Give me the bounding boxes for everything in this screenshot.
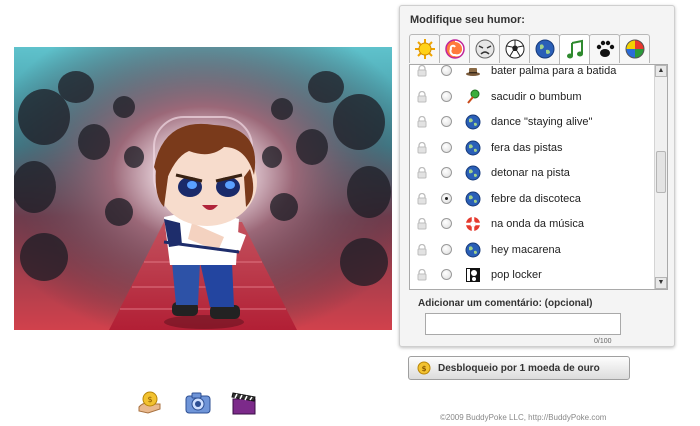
gold-coin-icon: $ xyxy=(417,361,431,378)
mood-radio[interactable] xyxy=(441,65,452,76)
scroll-down-button[interactable]: ▼ xyxy=(655,277,667,289)
lock-icon xyxy=(416,192,428,208)
hat-icon xyxy=(465,65,481,79)
mood-radio[interactable] xyxy=(441,141,452,153)
beach-ball-icon xyxy=(625,39,644,59)
mood-radio[interactable] xyxy=(441,90,452,102)
lock-icon xyxy=(416,115,428,131)
mood-label: bater palma para a batida xyxy=(491,65,617,77)
lock-icon xyxy=(416,243,428,259)
mood-list-item[interactable]: sacudir o bumbum xyxy=(410,85,655,110)
mood-label: dance "staying alive" xyxy=(491,116,593,128)
mood-list-item[interactable]: fera das pistas xyxy=(410,136,655,161)
unlock-button-label: Desbloqueio por 1 moeda de ouro xyxy=(438,363,600,374)
lock-icon xyxy=(416,166,428,182)
mood-list-item[interactable]: dance "staying alive" xyxy=(410,110,655,135)
video-clapper-icon[interactable] xyxy=(230,389,258,417)
panel-title: Modifique seu humor: xyxy=(410,14,525,26)
svg-text:$: $ xyxy=(422,365,427,373)
mood-list-item[interactable]: febre da discoteca xyxy=(410,187,655,212)
mood-label: fera das pistas xyxy=(491,141,563,154)
mood-list-item[interactable]: pop locker xyxy=(410,263,655,288)
soccer-ball-icon xyxy=(505,39,524,59)
tab-angry[interactable] xyxy=(469,34,500,63)
tab-sports[interactable] xyxy=(499,34,530,63)
sun-icon xyxy=(414,39,435,59)
lock-icon xyxy=(416,90,428,106)
mood-list-scrollbar[interactable]: ▲ ▼ xyxy=(654,65,667,289)
mood-radio[interactable] xyxy=(441,243,452,255)
unlock-button[interactable]: $ Desbloqueio por 1 moeda de ouro xyxy=(408,356,630,380)
mood-label: febre da discoteca xyxy=(491,192,581,205)
music-note-icon xyxy=(566,39,583,59)
mood-list-item[interactable]: detonar na pista xyxy=(410,161,655,186)
lifebuoy-icon xyxy=(465,216,481,232)
mood-radio[interactable] xyxy=(441,167,452,178)
mood-list-item[interactable]: bater palma para a batida xyxy=(410,65,655,84)
lock-icon xyxy=(416,65,428,80)
tab-swirl[interactable] xyxy=(439,34,470,63)
avatar-scene xyxy=(14,47,392,330)
svg-text:$: $ xyxy=(147,395,152,404)
lock-icon xyxy=(416,217,428,233)
speaker-icon xyxy=(465,267,481,283)
mood-label: detonar na pista xyxy=(491,167,570,179)
disco-tunnel-background xyxy=(14,47,392,330)
scroll-thumb[interactable] xyxy=(656,151,666,193)
scroll-up-button[interactable]: ▲ xyxy=(655,65,667,77)
angry-face-icon xyxy=(475,39,494,59)
mood-list: bater palma para a batida sacudir o bumbu… xyxy=(409,64,668,290)
globe-icon xyxy=(465,165,481,181)
mood-radio[interactable] xyxy=(441,269,452,280)
tab-sun[interactable] xyxy=(409,34,440,63)
mood-label: na onda da música xyxy=(491,218,584,230)
swirl-icon xyxy=(444,39,465,59)
globe-icon xyxy=(465,191,481,207)
globe-icon xyxy=(465,140,481,156)
lock-icon xyxy=(416,141,428,157)
mood-radio[interactable] xyxy=(441,116,452,127)
comment-input[interactable] xyxy=(425,313,621,335)
globe-icon xyxy=(535,39,554,59)
comment-counter: 0/100 xyxy=(594,338,612,345)
comment-label: Adicionar um comentário: (opcional) xyxy=(418,298,593,309)
mood-label: pop locker xyxy=(491,269,542,281)
paw-icon xyxy=(596,40,614,57)
tab-music[interactable] xyxy=(559,34,590,65)
tab-globe[interactable] xyxy=(529,34,560,63)
mood-radio[interactable] xyxy=(441,218,452,229)
mood-label: hey macarena xyxy=(491,243,561,256)
copyright-footer: ©2009 BuddyPoke LLC, http://BuddyPoke.co… xyxy=(440,413,607,422)
camera-icon[interactable] xyxy=(184,389,212,417)
maraca-icon xyxy=(465,89,481,105)
coin-hand-icon[interactable]: $ xyxy=(136,389,164,417)
mood-radio[interactable] xyxy=(441,192,452,204)
mood-label: sacudir o bumbum xyxy=(491,90,582,103)
mood-list-item[interactable]: hey macarena xyxy=(410,238,655,263)
globe-icon xyxy=(465,242,481,258)
lock-icon xyxy=(416,268,428,284)
mood-panel: Modifique seu humor: bater palma para a … xyxy=(399,5,675,347)
tab-misc[interactable] xyxy=(619,34,650,63)
globe-icon xyxy=(465,114,481,130)
mood-list-item[interactable]: na onda da música xyxy=(410,212,655,237)
tab-animals[interactable] xyxy=(589,34,620,63)
